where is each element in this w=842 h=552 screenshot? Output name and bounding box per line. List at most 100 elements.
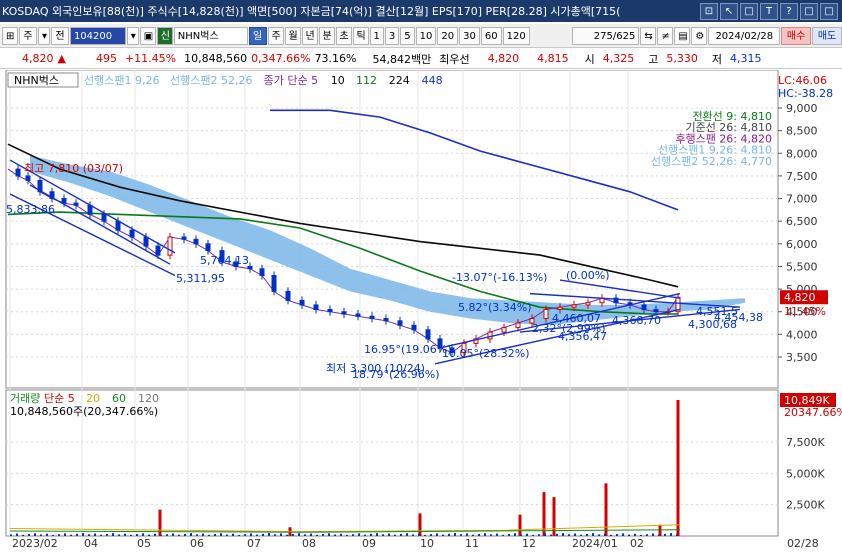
period-minute-button[interactable]: 분 xyxy=(318,26,335,45)
interval-20-button[interactable]: 20 xyxy=(437,26,459,45)
volume-bar-small xyxy=(430,534,432,536)
volume-bar-small xyxy=(280,533,282,536)
volume-bar-small xyxy=(370,533,372,536)
interval-10-button[interactable]: 10 xyxy=(415,26,437,45)
volume-bar-small xyxy=(124,533,126,536)
period-day-button[interactable]: 일 xyxy=(248,26,267,45)
volume-bar-small xyxy=(502,534,504,536)
window-button-0[interactable]: ⊡ xyxy=(700,2,718,20)
gear-icon[interactable]: ⚙ xyxy=(691,26,708,45)
period-tick-button[interactable]: 틱 xyxy=(352,26,369,45)
window-button-5[interactable]: □ xyxy=(800,2,818,20)
chart-annotation-8: 4,460,07 xyxy=(552,312,601,325)
scroll-icon[interactable]: ⇆ xyxy=(640,26,657,45)
volume-bar-small xyxy=(382,534,384,536)
ichimoku-info-4: 선행스팬2 52,26: 4,770 xyxy=(651,155,772,168)
volume-bar-small xyxy=(484,533,486,536)
volume-legend-item-2: 20 xyxy=(86,392,100,405)
date-field[interactable]: 2024/02/28 xyxy=(708,26,781,45)
code-dropdown-icon[interactable]: ▾ xyxy=(126,26,139,45)
interval-30-button[interactable]: 30 xyxy=(459,26,480,45)
stock-name-field[interactable]: NHN벅스 xyxy=(173,26,248,45)
volume-bar-small xyxy=(496,533,498,536)
toolbar: ⊞ 주 ▾ 전 104200 ▾ ▣ 신 NHN벅스 일 주 월 년 분 초 틱 1 3 5 10 20 30 60 120 2… xyxy=(0,24,842,48)
quote-change: 495 xyxy=(95,52,117,65)
layout-icon[interactable]: ⊞ xyxy=(2,26,18,45)
volume-bar-small xyxy=(304,534,306,536)
stock-code-input[interactable]: 104200 xyxy=(69,26,126,45)
candle-body xyxy=(259,268,265,277)
price-tick-label: 4,000 xyxy=(786,328,818,341)
all-market-button[interactable]: 전 xyxy=(50,26,69,45)
chart-annotation-9: 4,356,47 xyxy=(558,330,607,343)
volume-bar-small xyxy=(424,534,426,536)
volume-bar-small xyxy=(478,533,480,536)
volume-bar-small xyxy=(274,534,276,536)
price-legend-item-5: 224 xyxy=(389,74,410,87)
candle-body xyxy=(299,299,305,306)
candle-body xyxy=(425,329,431,340)
window-button-3[interactable]: T xyxy=(760,2,778,20)
candle-body xyxy=(397,320,403,326)
chart-area[interactable]: 9,000 8,500 8,000 7,500 7,000 6,500 6,000 5,500… xyxy=(0,69,842,550)
candle-body xyxy=(411,324,417,331)
count-field[interactable]: 275/625 xyxy=(571,26,640,45)
volume-bar-small xyxy=(556,533,558,536)
volume-bar xyxy=(418,513,422,536)
volume-tick-label: 5,000K xyxy=(786,467,825,480)
volume-bar-small xyxy=(40,534,42,536)
volume-bar-small xyxy=(436,533,438,536)
volume-bar-small xyxy=(154,533,156,536)
volume-bar xyxy=(604,483,608,536)
window-button-2[interactable]: □ xyxy=(740,2,758,20)
volume-bar-small xyxy=(208,534,210,536)
interval-120-button[interactable]: 120 xyxy=(502,26,530,45)
price-legend-item-2: 종가 단순 5 xyxy=(264,74,318,87)
price-tick-label: 8,000 xyxy=(786,147,818,160)
interval-1-button[interactable]: 1 xyxy=(369,26,384,45)
quote-bar: 4,820 ▲ 495 +11.45% 10,848,560 0,347.66%… xyxy=(0,49,842,69)
save-icon[interactable]: ▤ xyxy=(674,26,691,45)
interval-60-button[interactable]: 60 xyxy=(480,26,502,45)
interval-3-button[interactable]: 3 xyxy=(384,26,400,45)
period-market-select[interactable]: 주 xyxy=(19,26,37,45)
volume-bar-small xyxy=(376,533,378,536)
price-tick-label: 9,000 xyxy=(786,102,818,115)
buy-button[interactable]: 매수 xyxy=(781,26,812,45)
window-button-1[interactable]: ↖ xyxy=(720,2,738,20)
window-button-6[interactable]: □ xyxy=(820,2,838,20)
volume-bar-small xyxy=(190,533,192,536)
volume-legend-item-0: 거래량 xyxy=(10,392,40,405)
search-icon[interactable]: ▣ xyxy=(139,26,156,45)
volume-bar-small xyxy=(196,534,198,536)
price-volume-chart[interactable]: 9,000 8,500 8,000 7,500 7,000 6,500 6,000 5,500… xyxy=(0,69,842,550)
period-week-button[interactable]: 주 xyxy=(267,26,284,45)
candle-body xyxy=(15,168,21,177)
volume-bar-small xyxy=(64,533,66,536)
compare-icon[interactable]: ≠ xyxy=(657,26,674,45)
sell-button[interactable]: 매도 xyxy=(812,26,842,45)
volume-bar-small xyxy=(316,534,318,536)
volume-bar-small xyxy=(328,533,330,536)
period-month-button[interactable]: 월 xyxy=(284,26,301,45)
volume-legend-item-3: 60 xyxy=(112,392,126,405)
candle-body xyxy=(515,322,521,329)
quote-best-bid: 4,815 xyxy=(537,52,569,65)
volume-bar-small xyxy=(184,533,186,536)
chart-annotation-13: 4,300,68 xyxy=(688,318,737,331)
period-year-button[interactable]: 년 xyxy=(301,26,318,45)
volume-bar-small xyxy=(58,534,60,536)
price-legend-item-1: 선행스팬2 52,26 xyxy=(170,74,252,87)
volume-bar-small xyxy=(670,533,672,536)
quote-high: 5,330 xyxy=(666,52,698,65)
volume-bar-small xyxy=(178,534,180,536)
title-bar: KOSDAQ 외국인보유[88(천)] 주식수[14,828(천)] 액면[50… xyxy=(0,0,842,22)
period-second-button[interactable]: 초 xyxy=(335,26,352,45)
volume-bar-small xyxy=(94,533,96,536)
volume-bar-small xyxy=(532,534,534,536)
chevron-down-icon[interactable]: ▾ xyxy=(37,26,50,45)
candle-body xyxy=(129,229,135,238)
interval-5-button[interactable]: 5 xyxy=(400,26,415,45)
volume-bar-small xyxy=(646,534,648,536)
window-button-4[interactable]: ? xyxy=(780,2,798,20)
